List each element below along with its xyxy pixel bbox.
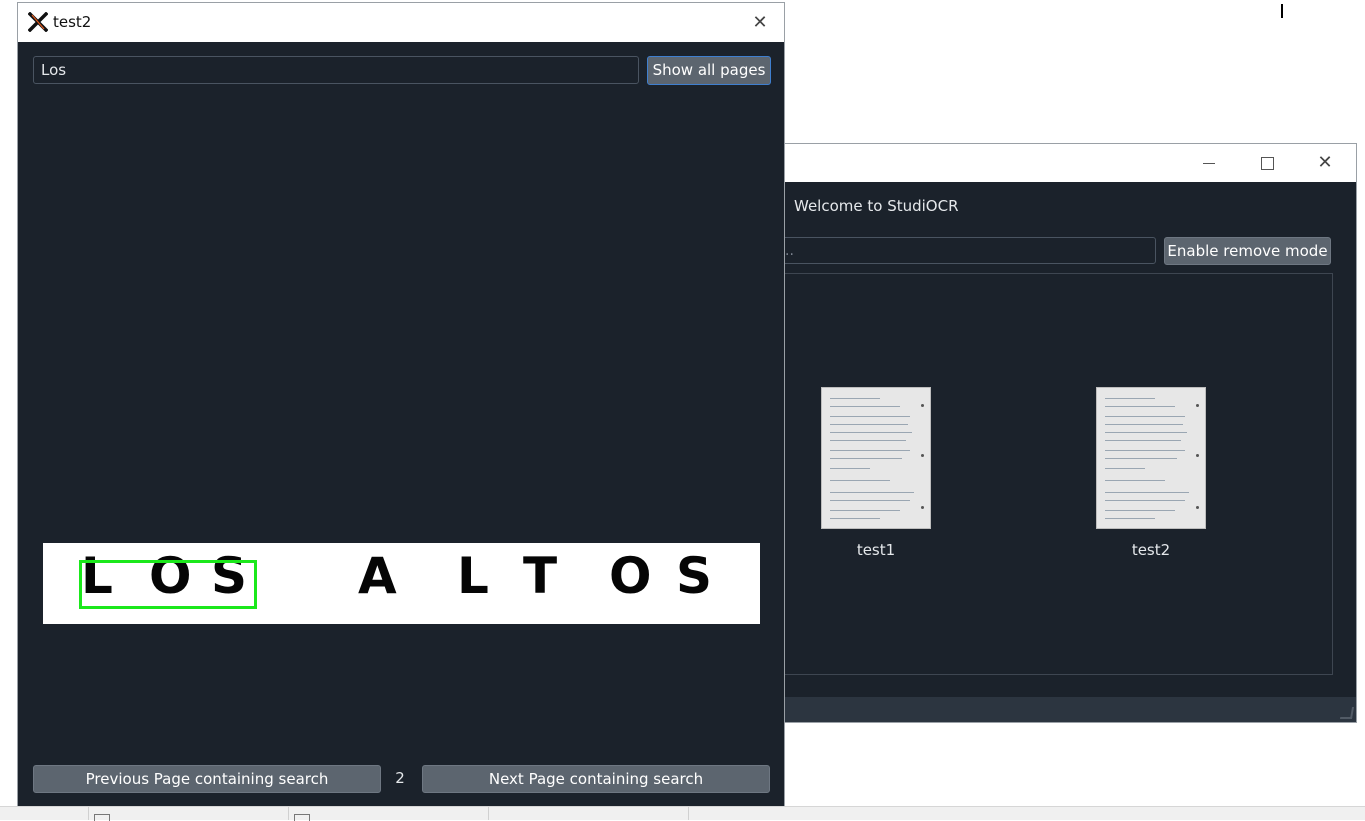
x-app-icon — [28, 12, 48, 32]
minimize-icon — [1203, 162, 1215, 164]
close-icon: ✕ — [1317, 152, 1333, 173]
document-viewer-window: test2 ✕ Los Show all pages L O S A L T O… — [17, 2, 785, 807]
document-thumbnail — [821, 387, 931, 529]
main-window-titlebar: ✕ — [784, 144, 1356, 182]
taskbar-item[interactable] — [88, 807, 289, 821]
page-letter: A — [358, 547, 397, 605]
page-letter: T — [523, 547, 558, 605]
page-image: L O S A L T O S — [43, 543, 760, 624]
text-cursor-mark — [1281, 4, 1283, 18]
maximize-icon — [1260, 156, 1274, 170]
show-all-pages-button[interactable]: Show all pages — [647, 56, 771, 85]
page-letter: S — [676, 547, 713, 605]
document-name: test2 — [1131, 541, 1171, 559]
welcome-label: Welcome to StudiOCR — [794, 197, 959, 215]
close-button[interactable]: ✕ — [742, 3, 778, 42]
viewer-titlebar: test2 ✕ — [18, 3, 784, 42]
page-number: 2 — [395, 769, 405, 787]
next-page-button[interactable]: Next Page containing search — [422, 765, 770, 793]
document-thumbnail — [1096, 387, 1206, 529]
maximize-button[interactable] — [1238, 144, 1296, 182]
taskbar-item[interactable] — [288, 807, 489, 821]
window-title: test2 — [53, 13, 92, 31]
previous-page-button[interactable]: Previous Page containing search — [33, 765, 381, 793]
document-search-input[interactable]: .. — [774, 237, 1156, 264]
taskbar — [0, 806, 1365, 821]
window-icon — [94, 814, 110, 821]
page-letter: O — [609, 547, 652, 605]
enable-remove-mode-button[interactable]: Enable remove mode — [1164, 237, 1331, 265]
search-match-highlight — [79, 560, 257, 609]
page-letter: L — [457, 547, 489, 605]
taskbar-item[interactable] — [0, 807, 89, 820]
minimize-button[interactable] — [1180, 144, 1238, 182]
studiocr-main-window: ✕ Welcome to StudiOCR .. Enable remove m… — [774, 143, 1357, 723]
close-button[interactable]: ✕ — [1296, 144, 1354, 182]
close-icon: ✕ — [752, 11, 768, 33]
window-icon — [294, 814, 310, 821]
search-input[interactable]: Los — [33, 56, 639, 84]
status-bar — [784, 697, 1356, 722]
taskbar-item[interactable] — [488, 807, 689, 820]
document-name: test1 — [856, 541, 896, 559]
resize-grip-icon[interactable] — [1339, 707, 1355, 719]
document-tile-test1[interactable]: test1 — [821, 387, 931, 559]
document-tile-test2[interactable]: test2 — [1096, 387, 1206, 559]
